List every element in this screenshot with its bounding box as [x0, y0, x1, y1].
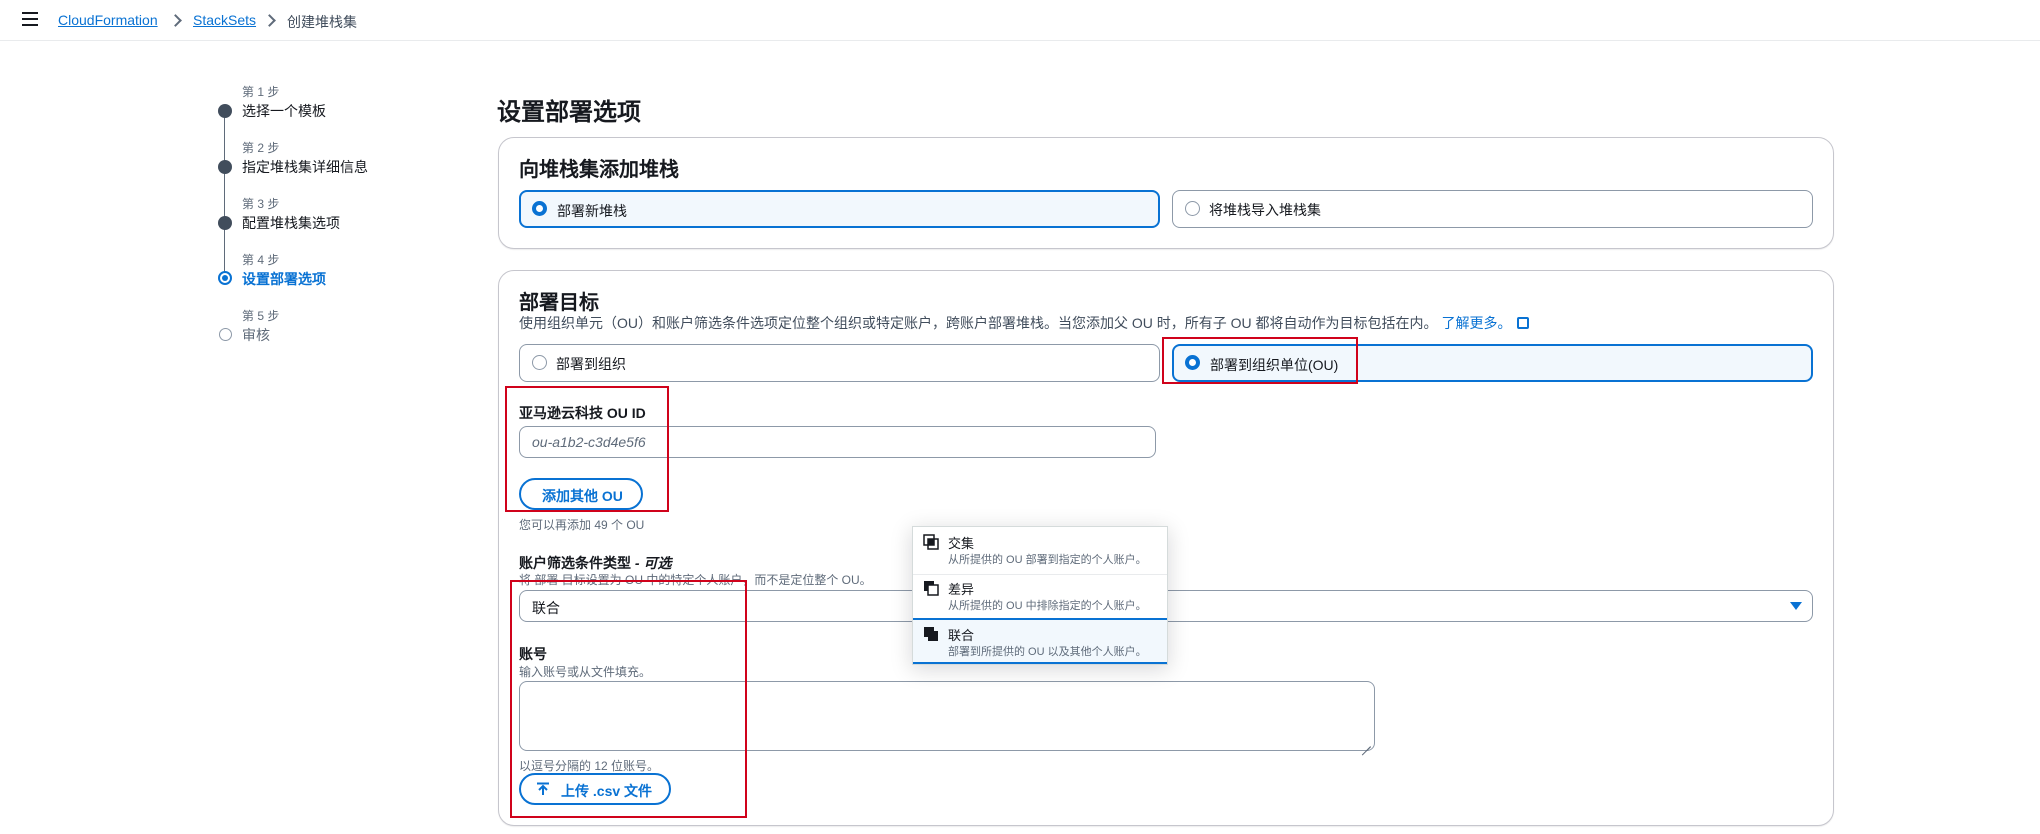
- option-title: 差异: [948, 582, 975, 597]
- step-1-indicator: [218, 104, 232, 118]
- resize-handle-icon[interactable]: [1361, 737, 1371, 747]
- deployment-targets-heading: 部署目标: [519, 292, 599, 314]
- account-filter-dropdown: 交集 从所提供的 OU 部署到指定的个人账户。 差异 从所提供的 OU 中排除指…: [912, 526, 1168, 665]
- ou-remaining-hint: 您可以再添加 49 个 OU: [519, 518, 645, 532]
- breadcrumb-current: 创建堆栈集: [287, 14, 357, 30]
- step-5-number: 第 5 步: [242, 309, 280, 323]
- menu-icon[interactable]: [22, 12, 38, 26]
- option-description: 从所提供的 OU 中排除指定的个人账户。: [948, 600, 1147, 612]
- option-label: 将堆栈导入堆栈集: [1209, 202, 1321, 218]
- step-4-indicator: [218, 271, 232, 285]
- step-3-title[interactable]: 配置堆栈集选项: [242, 213, 340, 233]
- learn-more-label: 了解更多。: [1441, 315, 1512, 331]
- step-3-number: 第 3 步: [242, 197, 280, 211]
- breadcrumb-stacksets[interactable]: StackSets: [193, 12, 256, 28]
- upload-csv-button-label: 上传 .csv 文件: [561, 783, 653, 799]
- radio-icon: [1185, 201, 1200, 216]
- account-numbers-constraint: 以逗号分隔的 12 位账号。: [519, 759, 660, 773]
- steps-connector: [224, 117, 225, 278]
- page-title: 设置部署选项: [497, 99, 641, 126]
- external-link-icon: [1517, 317, 1530, 329]
- option-title: 交集: [948, 536, 975, 551]
- option-description: 部署到所提供的 OU 以及其他个人账户。: [948, 646, 1147, 658]
- account-numbers-label: 账号: [519, 646, 547, 662]
- add-ou-button[interactable]: 添加其他 OU: [519, 478, 643, 510]
- account-filter-value: 联合: [532, 600, 560, 616]
- option-description: 从所提供的 OU 部署到指定的个人账户。: [948, 554, 1147, 566]
- option-label: 部署到组织: [556, 356, 626, 372]
- step-2-title[interactable]: 指定堆栈集详细信息: [242, 157, 368, 177]
- step-5-indicator: [218, 328, 232, 341]
- top-navigation-bar: CloudFormation StackSets 创建堆栈集: [0, 0, 2040, 41]
- deploy-to-ou-option[interactable]: 部署到组织单位(OU): [1172, 344, 1813, 382]
- step-2-number: 第 2 步: [242, 141, 280, 155]
- intersection-icon: [923, 534, 939, 550]
- step-5-title: 审核: [242, 327, 270, 343]
- step-4-number: 第 4 步: [242, 253, 280, 267]
- union-icon: [924, 627, 938, 641]
- chevron-right-icon: [262, 11, 278, 29]
- difference-icon: [924, 581, 939, 596]
- filter-option-intersection[interactable]: 交集 从所提供的 OU 部署到指定的个人账户。: [913, 528, 1167, 574]
- deploy-to-organization-option[interactable]: 部署到组织: [519, 344, 1160, 382]
- chevron-right-icon: [168, 11, 184, 29]
- ou-id-label: 亚马逊云科技 OU ID: [519, 405, 646, 421]
- caret-down-icon: [1790, 602, 1802, 610]
- optional-marker: - 可选: [634, 555, 672, 571]
- account-numbers-help: 输入账号或从文件填充。: [519, 665, 652, 679]
- filter-option-difference[interactable]: 差异 从所提供的 OU 中排除指定的个人账户。: [913, 574, 1167, 620]
- deploy-new-stacks-option[interactable]: 部署新堆栈: [519, 190, 1160, 228]
- account-filter-label-text: 账户筛选条件类型: [519, 555, 631, 571]
- ou-id-input[interactable]: ou-a1b2-c3d4e5f6: [519, 426, 1156, 458]
- upload-icon: [537, 782, 549, 795]
- account-filter-label: 账户筛选条件类型 - 可选: [519, 553, 671, 573]
- ou-id-placeholder: ou-a1b2-c3d4e5f6: [532, 434, 646, 450]
- option-label: 部署新堆栈: [557, 203, 627, 219]
- radio-selected-icon: [1185, 355, 1200, 370]
- account-numbers-textarea[interactable]: [519, 681, 1375, 751]
- step-1-number: 第 1 步: [242, 85, 280, 99]
- step-4-title: 设置部署选项: [242, 271, 326, 287]
- option-label: 部署到组织单位(OU): [1210, 357, 1339, 373]
- filter-option-union[interactable]: 联合 部署到所提供的 OU 以及其他个人账户。: [913, 618, 1167, 664]
- radio-icon: [532, 355, 547, 370]
- option-title: 联合: [948, 628, 975, 643]
- add-ou-button-label: 添加其他 OU: [542, 488, 623, 504]
- step-1-title[interactable]: 选择一个模板: [242, 101, 326, 121]
- step-2-indicator: [218, 160, 232, 174]
- add-stacks-heading: 向堆栈集添加堆栈: [519, 159, 679, 181]
- breadcrumb-cloudformation[interactable]: CloudFormation: [58, 12, 158, 28]
- account-filter-help: 将 部署 目标设置为 OU 中的特定个人账户，而不是定位整个 OU。: [519, 573, 872, 587]
- import-stacks-option[interactable]: 将堆栈导入堆栈集: [1172, 190, 1813, 228]
- upload-csv-button[interactable]: 上传 .csv 文件: [519, 773, 671, 805]
- step-3-indicator: [218, 216, 232, 230]
- description-text: 使用组织单元（OU）和账户筛选条件选项定位整个组织或特定账户，跨账户部署堆栈。当…: [519, 315, 1438, 331]
- radio-selected-icon: [532, 201, 547, 216]
- learn-more-link[interactable]: 了解更多。: [1441, 315, 1530, 331]
- deployment-targets-description: 使用组织单元（OU）和账户筛选条件选项定位整个组织或特定账户，跨账户部署堆栈。当…: [519, 313, 1530, 333]
